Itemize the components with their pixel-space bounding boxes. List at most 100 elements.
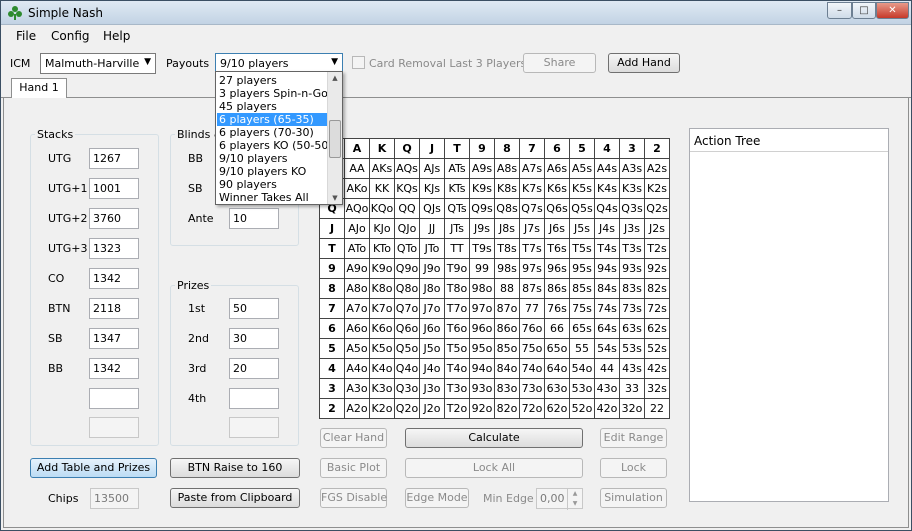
hand-cell[interactable]: K4s: [594, 178, 620, 199]
hand-cell[interactable]: K6s: [544, 178, 570, 199]
hand-cell[interactable]: Q3o: [394, 378, 420, 399]
hand-cell[interactable]: 92s: [644, 258, 670, 279]
hand-cell[interactable]: T9o: [444, 258, 470, 279]
lock-button[interactable]: Lock: [600, 458, 667, 478]
hand-cell[interactable]: K9o: [369, 258, 395, 279]
hand-cell[interactable]: K5s: [569, 178, 595, 199]
hand-cell[interactable]: T9s: [469, 238, 495, 259]
stack-field[interactable]: 1267: [89, 148, 139, 169]
menu-help[interactable]: Help: [103, 29, 130, 43]
hand-cell[interactable]: QJs: [419, 198, 445, 219]
edge-mode-button[interactable]: Edge Mode: [405, 488, 469, 508]
hand-cell[interactable]: A3o: [344, 378, 370, 399]
hand-cell[interactable]: 55: [569, 338, 595, 359]
hand-cell[interactable]: T4o: [444, 358, 470, 379]
stack-field[interactable]: 1001: [89, 178, 139, 199]
hand-cell[interactable]: T2s: [644, 238, 670, 259]
hand-cell[interactable]: KJo: [369, 218, 395, 239]
hand-cell[interactable]: 99: [469, 258, 495, 279]
hand-cell[interactable]: AKo: [344, 178, 370, 199]
hand-cell[interactable]: K8s: [494, 178, 520, 199]
spinner-arrows-icon[interactable]: ▲ ▼: [567, 489, 582, 510]
prize-field[interactable]: 20: [229, 358, 279, 379]
hand-cell[interactable]: A9o: [344, 258, 370, 279]
hand-cell[interactable]: Q4o: [394, 358, 420, 379]
maximize-button[interactable]: □: [852, 2, 876, 19]
hand-cell[interactable]: J2s: [644, 218, 670, 239]
scroll-up-icon[interactable]: ▲: [330, 74, 340, 82]
share-button[interactable]: Share: [523, 53, 596, 73]
hand-cell[interactable]: AJs: [419, 158, 445, 179]
hand-cell[interactable]: T7s: [519, 238, 545, 259]
hand-cell[interactable]: 94o: [469, 358, 495, 379]
hand-cell[interactable]: 77: [519, 298, 545, 319]
hand-cell[interactable]: T6s: [544, 238, 570, 259]
hand-cell[interactable]: 44: [594, 358, 620, 379]
payouts-option[interactable]: 90 players: [219, 178, 277, 191]
payouts-option[interactable]: 3 players Spin-n-Go: [219, 87, 328, 100]
hand-cell[interactable]: K4o: [369, 358, 395, 379]
hand-cell[interactable]: 65o: [544, 338, 570, 359]
hand-cell[interactable]: QJo: [394, 218, 420, 239]
hand-cell[interactable]: 54s: [594, 338, 620, 359]
stack-field[interactable]: 1323: [89, 238, 139, 259]
hand-cell[interactable]: T8o: [444, 278, 470, 299]
hand-cell[interactable]: A6s: [544, 158, 570, 179]
hand-cell[interactable]: JTs: [444, 218, 470, 239]
prize-field[interactable]: 30: [229, 328, 279, 349]
hand-cell[interactable]: AJo: [344, 218, 370, 239]
hand-cell[interactable]: JJ: [419, 218, 445, 239]
blind-field[interactable]: 10: [229, 208, 279, 229]
hand-cell[interactable]: 73o: [519, 378, 545, 399]
hand-cell[interactable]: 62o: [544, 398, 570, 419]
hand-cell[interactable]: KTs: [444, 178, 470, 199]
hand-cell[interactable]: AQo: [344, 198, 370, 219]
hand-cell[interactable]: 86o: [494, 318, 520, 339]
hand-cell[interactable]: QTo: [394, 238, 420, 259]
minimize-button[interactable]: –: [827, 2, 852, 19]
payouts-option[interactable]: 27 players: [219, 74, 277, 87]
scroll-thumb[interactable]: [329, 120, 341, 158]
hand-cell[interactable]: 97s: [519, 258, 545, 279]
hand-cell[interactable]: 96o: [469, 318, 495, 339]
hand-cell[interactable]: J6s: [544, 218, 570, 239]
hand-cell[interactable]: 53s: [619, 338, 645, 359]
hand-cell[interactable]: QTs: [444, 198, 470, 219]
payouts-option[interactable]: 9/10 players KO: [219, 165, 306, 178]
hand-cell[interactable]: 95s: [569, 258, 595, 279]
hand-cell[interactable]: 98o: [469, 278, 495, 299]
hand-cell[interactable]: 74s: [594, 298, 620, 319]
hand-cell[interactable]: A2s: [644, 158, 670, 179]
hand-cell[interactable]: T5o: [444, 338, 470, 359]
hand-cell[interactable]: J4s: [594, 218, 620, 239]
hand-cell[interactable]: 73s: [619, 298, 645, 319]
simulation-button[interactable]: Simulation: [600, 488, 667, 508]
hand-cell[interactable]: J3s: [619, 218, 645, 239]
hand-cell[interactable]: Q9s: [469, 198, 495, 219]
hand-cell[interactable]: Q2o: [394, 398, 420, 419]
hand-cell[interactable]: 87s: [519, 278, 545, 299]
hand-cell[interactable]: A8o: [344, 278, 370, 299]
hand-cell[interactable]: 97o: [469, 298, 495, 319]
hand-cell[interactable]: Q8s: [494, 198, 520, 219]
hand-cell[interactable]: J9o: [419, 258, 445, 279]
hand-cell[interactable]: 62s: [644, 318, 670, 339]
hand-cell[interactable]: 32s: [644, 378, 670, 399]
add-table-button[interactable]: Add Table and Prizes: [30, 458, 157, 478]
hand-cell[interactable]: 84o: [494, 358, 520, 379]
hand-cell[interactable]: 32o: [619, 398, 645, 419]
stack-extra-field[interactable]: [89, 417, 139, 438]
hand-cell[interactable]: A4o: [344, 358, 370, 379]
hand-cell[interactable]: 75o: [519, 338, 545, 359]
hand-cell[interactable]: KK: [369, 178, 395, 199]
hand-cell[interactable]: QQ: [394, 198, 420, 219]
hand-cell[interactable]: T2o: [444, 398, 470, 419]
hand-cell[interactable]: K5o: [369, 338, 395, 359]
hand-cell[interactable]: A8s: [494, 158, 520, 179]
prize-field[interactable]: [229, 388, 279, 409]
tab-hand-1[interactable]: Hand 1: [11, 78, 67, 99]
hand-cell[interactable]: J4o: [419, 358, 445, 379]
hand-cell[interactable]: 93s: [619, 258, 645, 279]
hand-cell[interactable]: 86s: [544, 278, 570, 299]
hand-cell[interactable]: 84s: [594, 278, 620, 299]
